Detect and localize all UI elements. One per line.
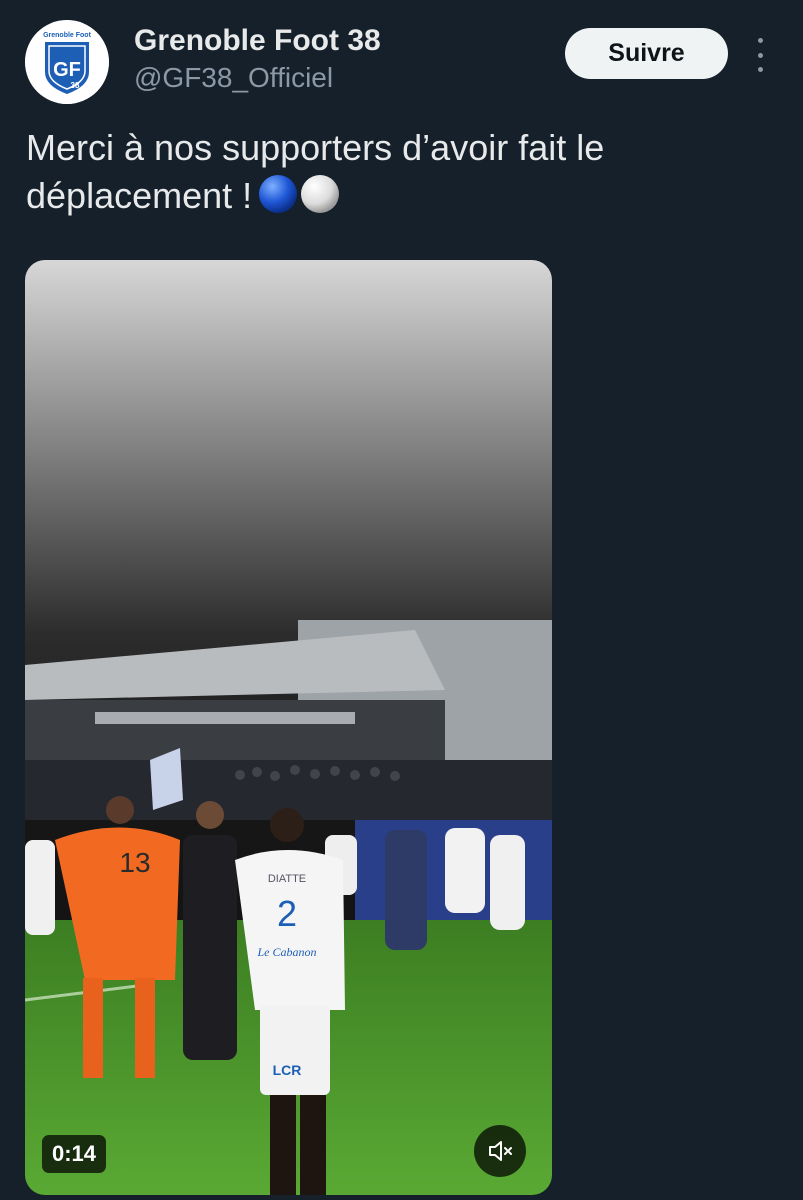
tweet-text-line-2-words: déplacement ! (26, 175, 253, 216)
blue-ball-emoji (258, 174, 298, 214)
shorts-text: LCR (273, 1062, 302, 1078)
more-dot (757, 67, 763, 72)
author-handle[interactable]: @GF38_Officiel (134, 62, 333, 94)
svg-text:Grenoble Foot: Grenoble Foot (43, 32, 92, 39)
svg-text:38: 38 (71, 81, 80, 90)
author-name[interactable]: Grenoble Foot 38 (134, 24, 381, 58)
jersey-number: 2 (277, 893, 297, 934)
staff-member (183, 801, 237, 1060)
tweet-text-line-1: Merci à nos supporters d’avoir fait le (26, 127, 605, 168)
jersey-name: DIATTE (268, 873, 306, 885)
follow-button[interactable]: Suivre (565, 28, 728, 79)
more-options-icon[interactable] (748, 38, 772, 72)
tweet-text: Merci à nos supporters d’avoir fait le d… (26, 124, 746, 220)
white-ball-emoji (300, 174, 340, 214)
speaker-muted-icon (489, 1141, 512, 1161)
more-dot (757, 38, 763, 43)
jersey-sponsor: Le Cabanon (256, 945, 316, 959)
mute-button[interactable] (474, 1125, 526, 1177)
more-dot (757, 52, 763, 58)
video-duration: 0:14 (42, 1135, 107, 1173)
club-crest-logo: Grenoble Foot GF 38 (25, 20, 109, 104)
video-frame: 13 DIATTE 2 Le Cabanon LCR (25, 260, 552, 1195)
stand-lights (95, 712, 355, 724)
tweet-text-line-2: déplacement ! (26, 172, 746, 220)
svg-text:GF: GF (53, 59, 81, 81)
author-avatar[interactable]: Grenoble Foot GF 38 (25, 20, 109, 104)
video-player[interactable]: 13 DIATTE 2 Le Cabanon LCR 0:14 (25, 260, 552, 1195)
keeper-number: 13 (119, 847, 150, 878)
